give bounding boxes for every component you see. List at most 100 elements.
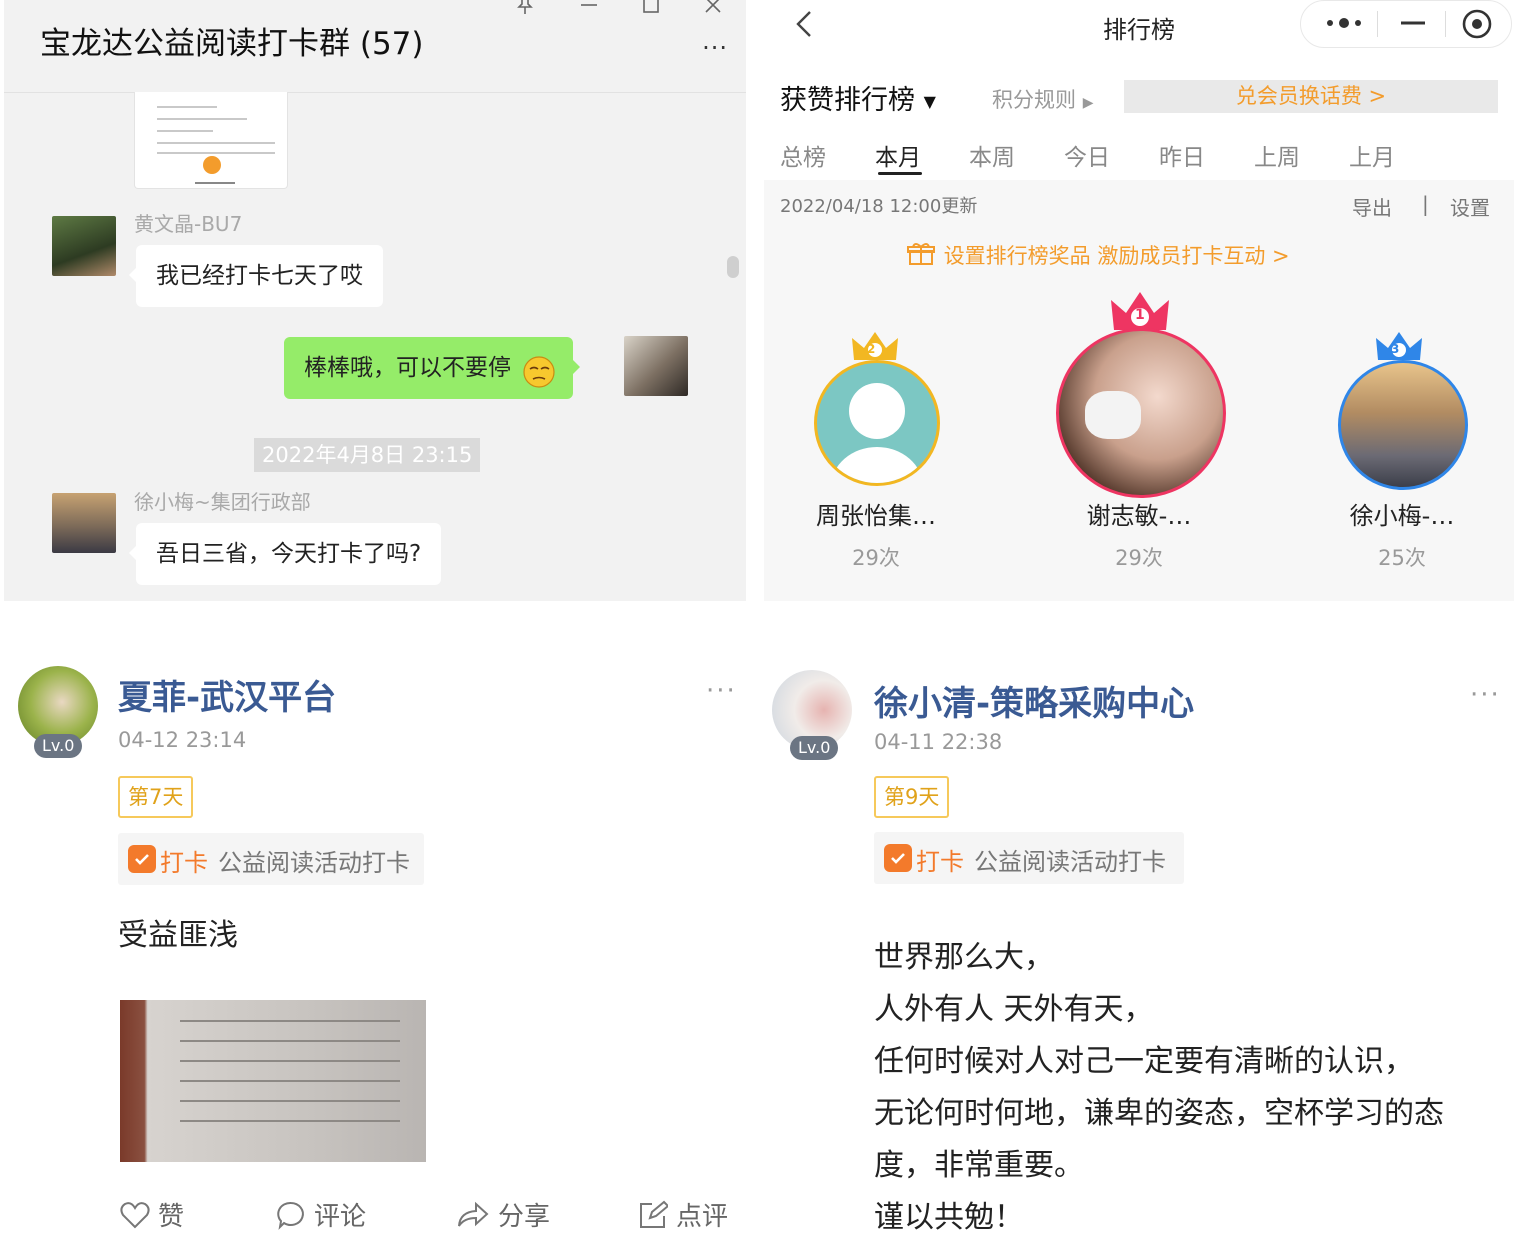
more-icon[interactable]: ··· [1470, 680, 1501, 710]
tab-last-month[interactable]: 上月 [1349, 138, 1395, 172]
export-button[interactable]: 导出 [1352, 192, 1392, 221]
mini-program-capsule [1300, 0, 1512, 48]
comment-label: 评论 [314, 1202, 367, 1232]
checkin-label: 打卡 [916, 848, 964, 876]
chat-window: 宝龙达公益阅读打卡群 (57) ··· 黄文晶-BU7 我已经打卡七天了哎 棒棒… [4, 0, 746, 601]
more-icon[interactable]: ··· [706, 676, 737, 706]
like-label: 赞 [158, 1202, 185, 1232]
chat-title: 宝龙达公益阅读打卡群 (57) [40, 26, 424, 62]
avatar[interactable] [52, 216, 116, 276]
prize-banner-text: 设置排行榜奖品 激励成员打卡互动 > [943, 244, 1290, 268]
edit-icon [640, 1200, 668, 1228]
calendar-icon [128, 845, 156, 873]
caret-right-icon: ▶ [1082, 95, 1094, 111]
message-text: 棒棒哦，可以不要停 [304, 355, 511, 381]
post-card: Lv.0 徐小清-策略采购中心 04-11 22:38 ··· 第9天 打卡 公… [758, 620, 1514, 1252]
timestamp: 2022年4月8日 23:15 [254, 438, 481, 472]
post-text-line: 无论何时何地，谦卑的姿态，空杯学习的态 [874, 1096, 1444, 1131]
rank-3-count: 25次 [1378, 546, 1426, 570]
tab-yesterday[interactable]: 昨日 [1159, 138, 1205, 172]
updated-time: 2022/04/18 12:00更新 [780, 196, 978, 217]
post-photo[interactable] [120, 1000, 426, 1162]
chat-header-divider [4, 92, 746, 93]
rank-2-count: 29次 [852, 546, 900, 570]
tab-this-week[interactable]: 本周 [969, 138, 1015, 172]
emoji-icon [521, 351, 557, 413]
avatar [1338, 360, 1468, 490]
avatar [1056, 328, 1226, 498]
tab-today[interactable]: 今日 [1064, 138, 1110, 172]
checkin-tag[interactable]: 打卡 公益阅读活动打卡 [874, 832, 1184, 884]
rank-number: 3 [1391, 342, 1400, 356]
board-select[interactable]: 获赞排行榜 ▼ [780, 78, 936, 117]
share-label: 分享 [498, 1202, 551, 1232]
level-badge: Lv.0 [790, 736, 839, 760]
rank-3-name: 徐小梅-… [1349, 502, 1455, 530]
redeem-banner[interactable]: 兑会员换话费 > [1124, 80, 1498, 113]
post-text-line: 度，非常重要。 [874, 1148, 1084, 1183]
message-bubble[interactable]: 我已经打卡七天了哎 [129, 245, 383, 307]
checkin-tag[interactable]: 打卡 公益阅读活动打卡 [118, 833, 424, 885]
avatar [814, 360, 940, 486]
rank-1-name: 谢志敏-… [1086, 502, 1192, 530]
ranking-panel: 排行榜 获赞排行榜 ▼ 积分规则 ▶ 兑会员换话费 > 总榜 本月 本周 今日 … [764, 0, 1514, 601]
level-badge: Lv.0 [34, 734, 83, 758]
post-text-line: 任何时候对人对己一定要有清晰的认识， [874, 1044, 1414, 1079]
chat-more-button[interactable]: ··· [702, 34, 728, 62]
gift-icon [907, 243, 944, 271]
like-button[interactable]: 赞 [120, 1196, 184, 1233]
message-bubble-self[interactable]: 棒棒哦，可以不要停 [284, 337, 580, 399]
author-name[interactable]: 徐小清-策略采购中心 [874, 676, 1194, 725]
close-target-icon[interactable] [1461, 9, 1493, 43]
minimize-icon[interactable] [1399, 13, 1427, 37]
sender-name: 黄文晶-BU7 [134, 212, 243, 236]
day-tag: 第7天 [118, 776, 194, 818]
comment-button[interactable]: 评论 [276, 1196, 366, 1233]
caret-down-icon: ▼ [923, 92, 936, 111]
avatar[interactable] [52, 493, 116, 553]
rank-number: 2 [867, 342, 876, 356]
post-text-line: 世界那么大， [874, 940, 1054, 975]
minimize-icon[interactable] [578, 0, 600, 22]
close-icon[interactable] [702, 0, 724, 22]
comment-icon [277, 1201, 304, 1230]
post-text-line: 谨以共勉！ [874, 1200, 1024, 1235]
shared-card-thumbnail[interactable] [134, 92, 288, 189]
review-button[interactable]: 点评 [638, 1196, 728, 1233]
post-card: Lv.0 夏菲-武汉平台 04-12 23:14 ··· 第7天 打卡 公益阅读… [0, 620, 756, 1252]
tab-last-week[interactable]: 上周 [1254, 138, 1300, 172]
more-dots-icon[interactable] [1325, 13, 1363, 37]
post-time: 04-12 23:14 [118, 728, 247, 752]
prize-banner[interactable]: 设置排行榜奖品 激励成员打卡互动 > [907, 240, 1290, 271]
author-name[interactable]: 夏菲-武汉平台 [118, 670, 336, 719]
rules-link[interactable]: 积分规则 ▶ [992, 84, 1093, 114]
review-label: 点评 [676, 1202, 729, 1232]
checkin-label: 打卡 [160, 849, 208, 877]
share-icon [458, 1201, 489, 1227]
rank-1-count: 29次 [1115, 546, 1163, 570]
rank-number: 1 [1135, 307, 1145, 323]
separator: | [1422, 192, 1429, 216]
settings-button[interactable]: 设置 [1450, 192, 1490, 221]
pin-icon[interactable] [514, 0, 536, 22]
chat-scrollbar[interactable] [727, 256, 739, 278]
post-time: 04-11 22:38 [874, 730, 1003, 754]
board-select-label: 获赞排行榜 [780, 85, 915, 116]
post-text: 受益匪浅 [118, 918, 238, 953]
day-tag: 第9天 [874, 776, 950, 818]
post-text-line: 人外有人 天外有天， [874, 992, 1154, 1027]
maximize-icon[interactable] [640, 0, 662, 22]
sender-name: 徐小梅~集团行政部 [134, 490, 311, 514]
rules-link-label: 积分规则 [992, 88, 1076, 112]
tab-this-month[interactable]: 本月 [875, 138, 921, 172]
rank-2-name: 周张怡集… [816, 502, 936, 530]
checkin-activity: 公益阅读活动打卡 [974, 848, 1166, 876]
calendar-icon [884, 844, 912, 872]
active-tab-indicator [878, 172, 922, 175]
share-button[interactable]: 分享 [456, 1196, 550, 1233]
message-bubble[interactable]: 吾日三省，今天打卡了吗? [128, 523, 442, 585]
tab-total[interactable]: 总榜 [780, 138, 826, 172]
self-avatar[interactable] [624, 336, 688, 396]
checkin-activity: 公益阅读活动打卡 [218, 849, 410, 877]
heart-icon [120, 1201, 150, 1228]
